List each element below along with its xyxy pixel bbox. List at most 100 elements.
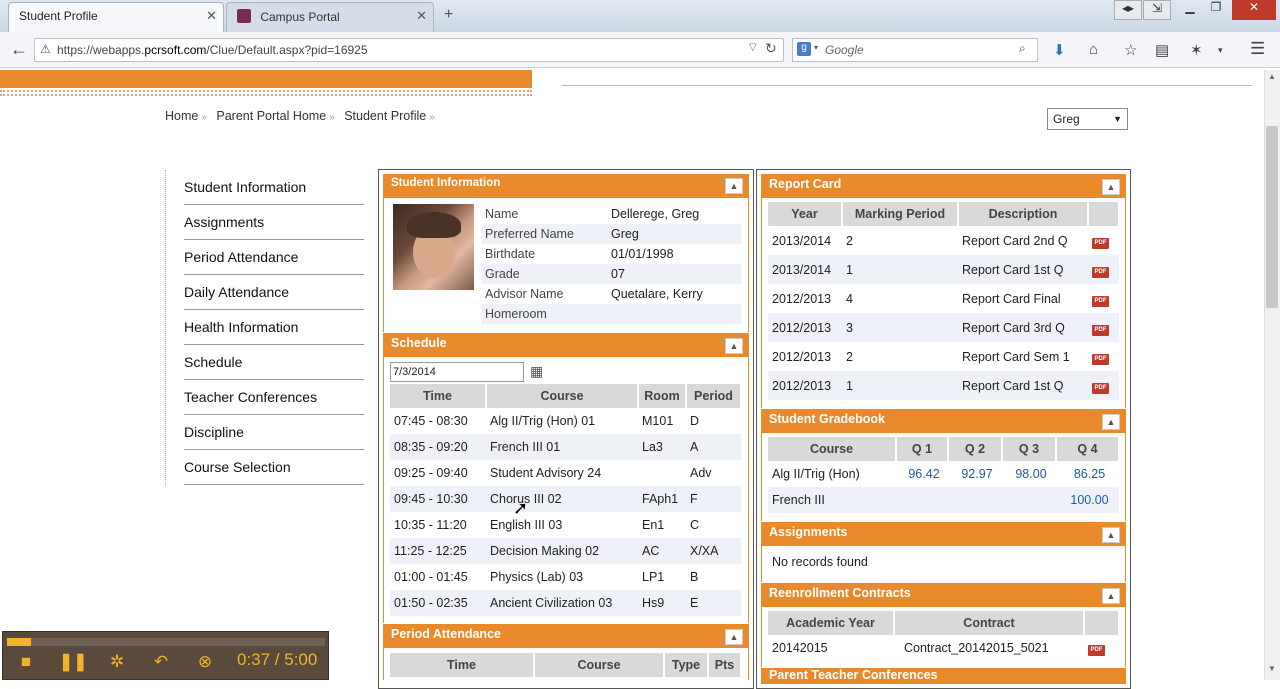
- col-header[interactable]: Q 1: [896, 437, 949, 461]
- breadcrumb-parent-portal-home[interactable]: Parent Portal Home: [216, 109, 326, 123]
- pdf-icon[interactable]: PDF: [1092, 237, 1109, 249]
- breadcrumb-home[interactable]: Home: [165, 109, 198, 123]
- search-input[interactable]: g ▾ Google ⌕: [792, 38, 1038, 62]
- pause-icon[interactable]: ❚❚: [59, 652, 88, 676]
- col-header[interactable]: Marking Period: [842, 202, 959, 226]
- engine-dropdown-icon[interactable]: ▾: [814, 43, 818, 52]
- col-header[interactable]: Academic Year: [768, 611, 895, 635]
- col-header[interactable]: Room: [638, 384, 687, 408]
- collapse-icon[interactable]: ▲: [1102, 414, 1120, 430]
- col-header[interactable]: Description: [958, 202, 1089, 226]
- col-header[interactable]: Year: [768, 202, 843, 226]
- table-row: 2013/2014 1 Report Card 1st Q PDF: [768, 255, 1119, 284]
- grade-value[interactable]: [896, 487, 948, 513]
- pdf-icon[interactable]: PDF: [1088, 645, 1105, 656]
- sidebar-item-assignments[interactable]: Assignments: [184, 205, 364, 240]
- reload-icon[interactable]: ↻: [765, 40, 777, 57]
- breadcrumb-student-profile[interactable]: Student Profile: [344, 109, 426, 123]
- col-header[interactable]: Pts: [708, 653, 742, 677]
- assignments-empty-text: No records found: [772, 555, 868, 569]
- grade-value[interactable]: [1002, 487, 1056, 513]
- collapse-icon[interactable]: ▲: [1102, 179, 1120, 195]
- menu-icon[interactable]: ☰: [1250, 39, 1265, 59]
- scroll-up-icon[interactable]: ▲: [1268, 72, 1276, 81]
- stop-icon[interactable]: ■: [13, 652, 39, 676]
- window-close-icon[interactable]: ✕: [1232, 0, 1276, 20]
- schedule-cell: Adv: [690, 466, 712, 480]
- bookmark-star-icon[interactable]: ☆: [1124, 41, 1137, 59]
- window-exit-icon[interactable]: ⇲: [1143, 0, 1171, 20]
- sidebar-item-course-selection[interactable]: Course Selection: [184, 450, 364, 485]
- collapse-icon[interactable]: ▲: [725, 338, 743, 354]
- pdf-icon[interactable]: PDF: [1092, 266, 1109, 278]
- maximize-icon[interactable]: ❐: [1202, 0, 1230, 20]
- col-header[interactable]: Time: [390, 653, 535, 677]
- reenrollment-header: Reenrollment Contracts ▲: [761, 583, 1126, 607]
- sidebar-item-student-information[interactable]: Student Information: [184, 170, 364, 205]
- sidebar-item-discipline[interactable]: Discipline: [184, 415, 364, 450]
- sidebar-item-schedule[interactable]: Schedule: [184, 345, 364, 380]
- pdf-icon[interactable]: PDF: [1092, 324, 1109, 336]
- col-header[interactable]: Q 4: [1056, 437, 1120, 461]
- sidebar-item-health-information[interactable]: Health Information: [184, 310, 364, 345]
- tab-student-profile[interactable]: Student Profile ✕: [8, 2, 224, 32]
- student-select[interactable]: Greg ▼: [1047, 108, 1128, 130]
- collapse-icon[interactable]: ▲: [725, 178, 743, 194]
- addon-dropdown-icon[interactable]: ▾: [1218, 45, 1223, 56]
- minimize-icon[interactable]: ▁: [1176, 0, 1204, 20]
- calendar-icon[interactable]: ▦: [530, 363, 543, 380]
- search-icon[interactable]: ⌕: [1019, 41, 1026, 56]
- grade-value[interactable]: [948, 487, 1002, 513]
- search-placeholder: Google: [825, 43, 864, 57]
- col-header[interactable]: Course: [486, 384, 639, 408]
- close-circle-icon[interactable]: ⊗: [192, 652, 218, 676]
- sidebar-item-daily-attendance[interactable]: Daily Attendance: [184, 275, 364, 310]
- url-bar[interactable]: ⚠ https://webapps.pcrsoft.com/Clue/Defau…: [34, 38, 784, 62]
- col-header[interactable]: Type: [664, 653, 709, 677]
- pdf-cell: PDF: [1088, 284, 1119, 313]
- sidebar-item-teacher-conferences[interactable]: Teacher Conferences: [184, 380, 364, 415]
- new-tab-icon[interactable]: +: [444, 6, 453, 24]
- undo-icon[interactable]: ↶: [148, 652, 174, 676]
- url-prefix: https://webapps.: [57, 43, 145, 57]
- table-row: French III 100.00: [768, 487, 1119, 513]
- close-tab-icon[interactable]: ✕: [416, 8, 427, 24]
- grade-value[interactable]: 92.97: [948, 461, 1002, 487]
- col-header[interactable]: Q 3: [1002, 437, 1057, 461]
- bookmarks-list-icon[interactable]: ▤: [1155, 41, 1169, 59]
- scrollbar-thumb[interactable]: [1266, 126, 1278, 308]
- schedule-cell: Hs9: [638, 590, 686, 616]
- window-resize-icon[interactable]: ◂▸: [1114, 0, 1142, 20]
- collapse-icon[interactable]: ▲: [1102, 527, 1120, 543]
- grade-value[interactable]: 100.00: [1056, 487, 1119, 513]
- back-icon[interactable]: ←: [10, 39, 28, 60]
- schedule-cell: Physics (Lab) 03: [490, 570, 584, 584]
- pdf-icon[interactable]: PDF: [1092, 295, 1109, 307]
- schedule-date-input[interactable]: 7/3/2014: [390, 362, 524, 382]
- reenrollment-title: Reenrollment Contracts: [769, 586, 911, 600]
- bug-icon[interactable]: ✲: [104, 652, 130, 676]
- sidebar-item-period-attendance[interactable]: Period Attendance: [184, 240, 364, 275]
- grade-value[interactable]: 98.00: [1002, 461, 1056, 487]
- collapse-icon[interactable]: ▲: [725, 629, 743, 645]
- col-header[interactable]: Q 2: [948, 437, 1003, 461]
- collapse-icon[interactable]: ▲: [1102, 588, 1120, 604]
- pdf-icon[interactable]: PDF: [1092, 382, 1109, 394]
- col-header[interactable]: Period: [686, 384, 742, 408]
- addon-icon[interactable]: ✶: [1190, 41, 1203, 59]
- progress-bar[interactable]: [7, 638, 325, 646]
- grade-value[interactable]: 86.25: [1056, 461, 1119, 487]
- pdf-icon[interactable]: PDF: [1092, 353, 1109, 365]
- close-tab-icon[interactable]: ✕: [206, 8, 217, 24]
- schedule-title: Schedule: [391, 336, 447, 350]
- grade-value[interactable]: 96.42: [896, 461, 948, 487]
- tab-campus-portal[interactable]: Campus Portal ✕: [226, 2, 434, 32]
- col-header[interactable]: Course: [768, 437, 897, 461]
- dropdown-icon[interactable]: ▽: [749, 42, 757, 53]
- col-header[interactable]: Contract: [894, 611, 1085, 635]
- download-icon[interactable]: ⬇: [1053, 41, 1066, 59]
- home-icon[interactable]: ⌂: [1089, 41, 1098, 58]
- col-header[interactable]: Time: [390, 384, 487, 408]
- scroll-down-icon[interactable]: ▼: [1268, 664, 1276, 673]
- col-header[interactable]: Course: [534, 653, 665, 677]
